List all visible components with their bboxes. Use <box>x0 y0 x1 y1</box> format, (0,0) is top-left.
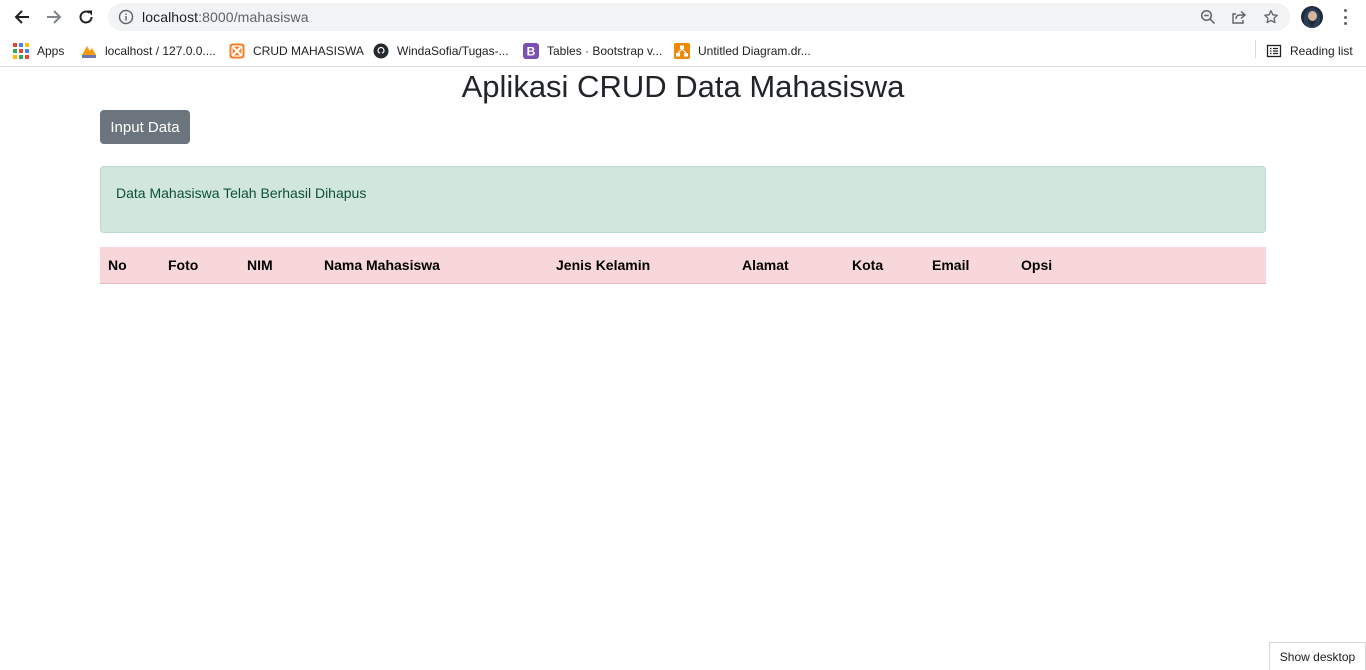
table-header-row: No Foto NIM Nama Mahasiswa Jenis Kelamin… <box>100 247 1266 284</box>
bookmark-label: Tables · Bootstrap v... <box>547 44 663 58</box>
bookmark-label: Untitled Diagram.dr... <box>698 44 811 58</box>
share-icon[interactable] <box>1230 8 1248 26</box>
success-alert: Data Mahasiswa Telah Berhasil Dihapus <box>100 166 1266 233</box>
address-bar[interactable]: localhost:8000/mahasiswa <box>108 3 1290 31</box>
column-header-no: No <box>108 257 127 273</box>
reading-list-label: Reading list <box>1290 44 1353 58</box>
bookmarks-bar: Apps localhost / 127.0.0.... CRUD MAHASI… <box>0 35 1366 67</box>
bookmark-github[interactable]: WindaSofia/Tugas-... <box>373 41 509 61</box>
column-header-jenis-kelamin: Jenis Kelamin <box>556 257 651 273</box>
column-header-kota: Kota <box>852 257 884 273</box>
url-text: localhost:8000/mahasiswa <box>142 9 309 25</box>
bookmark-drawio[interactable]: Untitled Diagram.dr... <box>674 41 811 61</box>
column-header-alamat: Alamat <box>742 257 789 273</box>
info-icon[interactable] <box>118 9 134 25</box>
column-header-foto: Foto <box>168 257 199 273</box>
more-menu-icon[interactable] <box>1336 8 1354 26</box>
bookmark-label: localhost / 127.0.0.... <box>105 44 216 58</box>
avatar[interactable] <box>1301 6 1323 28</box>
bookmarks-separator <box>1255 40 1256 58</box>
bootstrap-icon: B <box>523 43 539 59</box>
column-header-nama-mahasiswa: Nama Mahasiswa <box>324 257 440 273</box>
zoom-icon[interactable] <box>1199 8 1217 26</box>
reading-list-icon <box>1266 43 1282 59</box>
avatar-face <box>1308 11 1317 21</box>
show-desktop-button[interactable]: Show desktop <box>1269 642 1366 670</box>
bookmark-apps[interactable]: Apps <box>13 41 64 61</box>
url-host: localhost <box>142 9 199 25</box>
column-header-nim: NIM <box>247 257 273 273</box>
alert-message: Data Mahasiswa Telah Berhasil Dihapus <box>116 185 367 201</box>
bookmark-label: Apps <box>37 44 65 58</box>
bookmark-bootstrap[interactable]: B Tables · Bootstrap v... <box>523 41 662 61</box>
phpmyadmin-icon <box>81 43 97 59</box>
star-icon[interactable] <box>1262 8 1280 26</box>
reload-icon[interactable] <box>75 6 97 28</box>
browser-toolbar: localhost:8000/mahasiswa <box>0 0 1366 35</box>
input-data-button[interactable]: Input Data <box>100 110 190 144</box>
column-header-email: Email <box>932 257 970 273</box>
drawio-icon <box>674 43 690 59</box>
reading-list-button[interactable]: Reading list <box>1266 41 1353 61</box>
github-icon <box>373 43 389 59</box>
bookmark-crud-mahasiswa[interactable]: CRUD MAHASISWA <box>229 41 364 61</box>
page-title: Aplikasi CRUD Data Mahasiswa <box>461 69 905 104</box>
bookmark-label: WindaSofia/Tugas-... <box>397 44 509 58</box>
column-header-opsi: Opsi <box>1021 257 1053 273</box>
bookmark-phpmyadmin[interactable]: localhost / 127.0.0.... <box>81 41 216 61</box>
bookmark-label: CRUD MAHASISWA <box>253 44 364 58</box>
xampp-icon <box>229 43 245 59</box>
url-path: :8000/mahasiswa <box>198 9 309 25</box>
forward-arrow-icon[interactable] <box>43 6 65 28</box>
svg-text:B: B <box>527 45 536 59</box>
apps-grid-icon <box>13 43 29 59</box>
back-arrow-icon[interactable] <box>11 6 33 28</box>
